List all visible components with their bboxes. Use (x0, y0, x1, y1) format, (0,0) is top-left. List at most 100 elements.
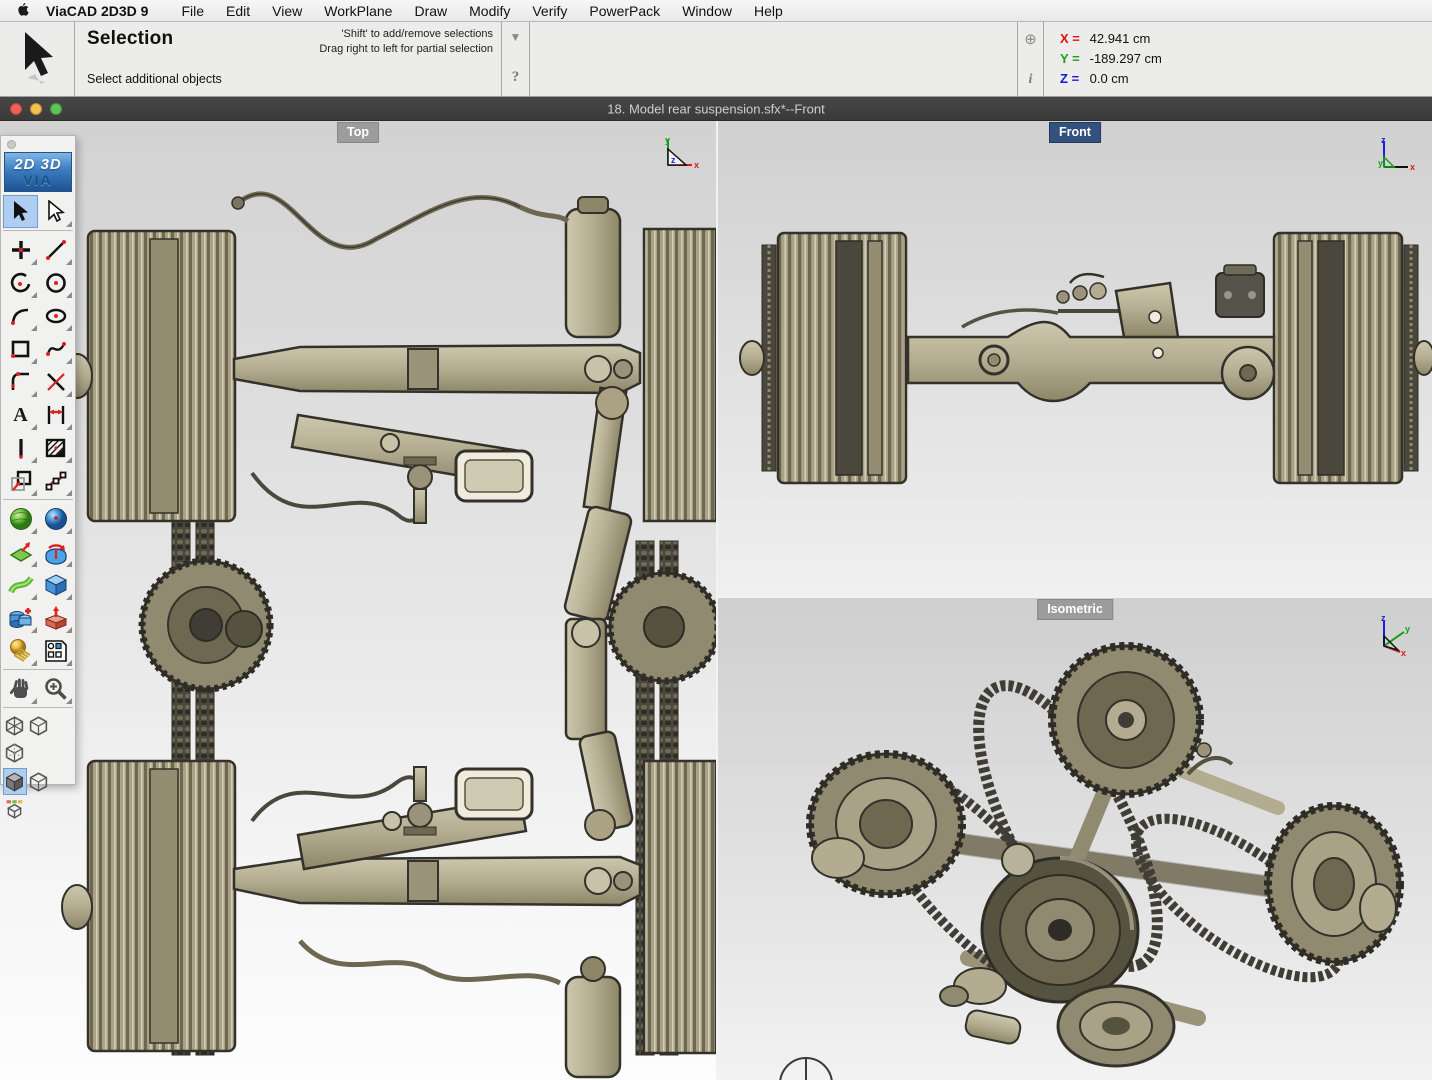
display-hidden-line-tool[interactable] (27, 712, 51, 739)
logo-2d3d: 2D 3D (14, 157, 62, 172)
hatch-tool[interactable] (38, 431, 73, 464)
close-window-button[interactable] (10, 103, 22, 115)
viewport-label-isometric[interactable]: Isometric (1037, 599, 1113, 620)
sweep-surface-icon (8, 572, 34, 598)
circle-tool[interactable] (38, 266, 73, 299)
line-icon (44, 238, 68, 262)
arc-icon (9, 271, 33, 295)
menu-item[interactable]: Modify (458, 3, 521, 19)
tool-hints: 'Shift' to add/remove selections Drag ri… (319, 27, 493, 57)
display-render-options-tool[interactable] (3, 795, 27, 822)
workspace: Top y x z 2D 3D VIA (0, 121, 1432, 1080)
coordinate-mode-buttons: ⊕ i (1018, 22, 1044, 96)
tool-status-text: Select additional objects (87, 72, 222, 86)
selection-panel: Selection 'Shift' to add/remove selectio… (75, 22, 502, 96)
trim-cross-icon (44, 370, 68, 394)
select-alt-tool[interactable] (38, 195, 73, 228)
menu-item[interactable]: Window (671, 3, 743, 19)
boolean-tool[interactable] (3, 601, 38, 634)
menu-item[interactable]: View (261, 3, 313, 19)
blue-cube-icon (43, 572, 69, 598)
text-tool[interactable]: A (3, 398, 38, 431)
hint-line-2: Drag right to left for partial selection (319, 42, 493, 57)
menu-item[interactable]: Verify (521, 3, 578, 19)
menu-item[interactable]: Help (743, 3, 794, 19)
solid-cube-tool[interactable] (38, 568, 73, 601)
render-tool[interactable] (3, 634, 38, 667)
iso-right-wheel (1268, 806, 1400, 962)
display-dashed-hidden-tool[interactable] (3, 739, 27, 766)
display-wireframe-tool[interactable] (3, 712, 27, 739)
zoom-window-button[interactable] (50, 103, 62, 115)
coord-z-row: Z = 0.0 cm (1060, 69, 1432, 89)
select-tool[interactable] (3, 195, 38, 228)
viewport-label-front[interactable]: Front (1049, 122, 1101, 143)
polyline-edit-tool[interactable] (38, 464, 73, 497)
viewport-divider-horizontal[interactable] (718, 596, 1432, 598)
arc-tool[interactable] (3, 266, 38, 299)
line-tool[interactable] (38, 233, 73, 266)
tool-options-bar: Selection 'Shift' to add/remove selectio… (0, 22, 1432, 97)
layout-tool[interactable] (38, 634, 73, 667)
iso-top-sprocket (1052, 646, 1200, 794)
current-tool-icon-box (0, 22, 75, 96)
front-view-model[interactable] (718, 121, 1432, 596)
extrude-tool[interactable] (3, 535, 38, 568)
segment-tool[interactable] (3, 431, 38, 464)
revolve-tool[interactable] (38, 535, 73, 568)
svg-text:z: z (671, 155, 676, 165)
point-icon (9, 238, 33, 262)
trim-tool[interactable] (38, 365, 73, 398)
orientation-compass (780, 1058, 832, 1080)
tool-dropdown-button[interactable]: ▼ (510, 30, 522, 44)
tool-help-button[interactable]: ? (512, 69, 520, 86)
display-shaded-tool[interactable] (3, 768, 27, 795)
svg-text:y: y (1378, 158, 1383, 168)
menu-item[interactable]: WorkPlane (313, 3, 403, 19)
curve-tool[interactable] (3, 299, 38, 332)
svg-text:x: x (1401, 648, 1406, 656)
viewport-top[interactable]: Top y x z 2D 3D VIA (0, 121, 716, 1080)
viewport-front[interactable]: Front z x y (718, 121, 1432, 596)
dimension-tool[interactable] (38, 398, 73, 431)
sweep-tool[interactable] (3, 568, 38, 601)
ellipse-tool[interactable] (38, 299, 73, 332)
viewport-isometric[interactable]: Isometric z y x (718, 598, 1432, 1080)
fillet-tool[interactable] (3, 365, 38, 398)
hatch-icon (44, 436, 68, 460)
menu-item[interactable]: PowerPack (578, 3, 671, 19)
viewport-divider-vertical[interactable] (716, 121, 718, 1080)
transform-tool[interactable] (3, 464, 38, 497)
solid-sphere-tool[interactable] (38, 502, 73, 535)
select-outline-arrow-icon (44, 200, 68, 224)
minimize-window-button[interactable] (30, 103, 42, 115)
point-tool[interactable] (3, 233, 38, 266)
menu-item[interactable]: File (170, 3, 215, 19)
zoom-tool[interactable] (38, 672, 73, 705)
menu-item[interactable]: Edit (215, 3, 261, 19)
isometric-view-model[interactable] (718, 598, 1432, 1080)
svg-text:z: z (1381, 135, 1386, 145)
apple-menu-icon[interactable] (18, 3, 32, 19)
axis-triad-top: y x z (658, 135, 702, 173)
app-menu-title[interactable]: ViaCAD 2D3D 9 (46, 3, 148, 19)
display-shaded-edges-tool[interactable] (27, 768, 51, 795)
info-icon[interactable]: i (1029, 72, 1033, 88)
curve-icon (9, 304, 33, 328)
surface-sphere-tool[interactable] (3, 502, 38, 535)
viewport-label-top[interactable]: Top (337, 122, 379, 143)
menu-items: FileEditViewWorkPlaneDrawModifyVerifyPow… (170, 3, 793, 19)
coord-y-row: Y = -189.297 cm (1060, 49, 1432, 69)
menu-item[interactable]: Draw (403, 3, 458, 19)
iso-left-wheel (810, 754, 962, 894)
top-view-model[interactable] (0, 121, 716, 1080)
spline-tool[interactable] (38, 332, 73, 365)
tracking-target-icon[interactable]: ⊕ (1024, 30, 1037, 48)
push-pull-tool[interactable] (38, 601, 73, 634)
ellipse-icon (44, 304, 68, 328)
display-mode-row-1 (1, 711, 75, 767)
tool-palette: 2D 3D VIA (0, 135, 76, 785)
rectangle-tool[interactable] (3, 332, 38, 365)
palette-window-dot[interactable] (7, 140, 16, 149)
pan-tool[interactable] (3, 672, 38, 705)
